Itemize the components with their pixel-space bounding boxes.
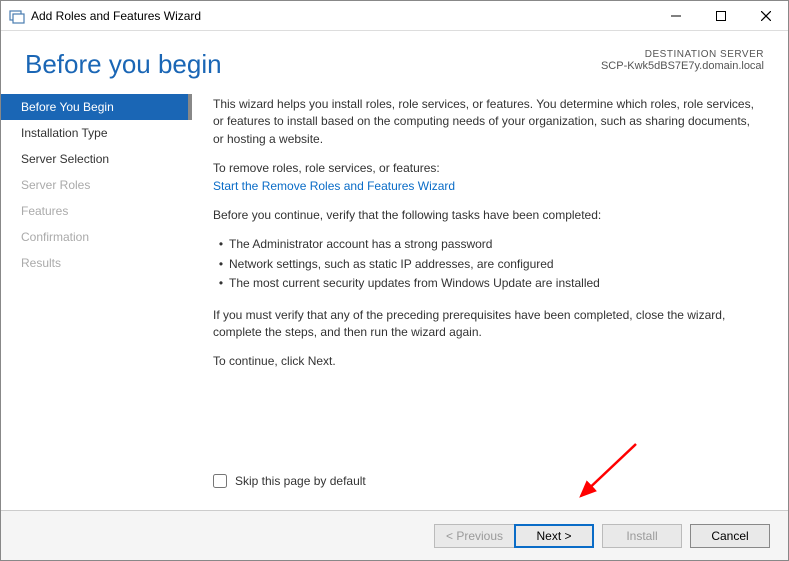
install-button: Install	[602, 524, 682, 548]
list-item: •Network settings, such as static IP add…	[213, 256, 760, 273]
step-server-selection[interactable]: Server Selection	[1, 146, 191, 172]
intro-text: This wizard helps you install roles, rol…	[213, 96, 760, 148]
list-item: •The most current security updates from …	[213, 275, 760, 292]
titlebar: Add Roles and Features Wizard	[1, 1, 788, 31]
next-button[interactable]: Next >	[514, 524, 594, 548]
skip-label: Skip this page by default	[235, 473, 366, 490]
content-panel: This wizard helps you install roles, rol…	[191, 90, 788, 510]
minimize-button[interactable]	[653, 1, 698, 31]
destination-info: DESTINATION SERVER SCP-Kwk5dBS7E7y.domai…	[601, 49, 764, 72]
previous-button: < Previous	[434, 524, 514, 548]
maximize-button[interactable]	[698, 1, 743, 31]
footer: < Previous Next > Install Cancel	[1, 510, 788, 560]
window-title: Add Roles and Features Wizard	[31, 9, 653, 23]
list-item: •The Administrator account has a strong …	[213, 236, 760, 253]
header: Before you begin DESTINATION SERVER SCP-…	[1, 31, 788, 90]
wizard-window: Add Roles and Features Wizard Before you…	[0, 0, 789, 561]
verify-close-text: If you must verify that any of the prece…	[213, 307, 760, 342]
destination-server: SCP-Kwk5dBS7E7y.domain.local	[601, 60, 764, 72]
body: Before You Begin Installation Type Serve…	[1, 90, 788, 510]
window-controls	[653, 1, 788, 30]
step-server-roles: Server Roles	[1, 172, 191, 198]
close-button[interactable]	[743, 1, 788, 31]
bullet-icon: •	[213, 236, 229, 253]
destination-label: DESTINATION SERVER	[601, 49, 764, 60]
step-before-you-begin[interactable]: Before You Begin	[1, 94, 191, 120]
step-results: Results	[1, 250, 191, 276]
steps-sidebar: Before You Begin Installation Type Serve…	[1, 90, 191, 510]
skip-row: Skip this page by default	[213, 473, 760, 490]
step-confirmation: Confirmation	[1, 224, 191, 250]
remove-roles-link[interactable]: Start the Remove Roles and Features Wiza…	[213, 178, 760, 195]
bullet-icon: •	[213, 256, 229, 273]
app-icon	[9, 8, 25, 24]
skip-checkbox[interactable]	[213, 474, 227, 488]
step-features: Features	[1, 198, 191, 224]
prerequisites-list: •The Administrator account has a strong …	[213, 236, 760, 294]
cancel-button[interactable]: Cancel	[690, 524, 770, 548]
step-installation-type[interactable]: Installation Type	[1, 120, 191, 146]
page-title: Before you begin	[25, 49, 222, 80]
bullet-icon: •	[213, 275, 229, 292]
nav-button-group: < Previous Next >	[434, 524, 594, 548]
remove-label: To remove roles, role services, or featu…	[213, 160, 760, 177]
verify-label: Before you continue, verify that the fol…	[213, 207, 760, 224]
continue-text: To continue, click Next.	[213, 353, 760, 370]
